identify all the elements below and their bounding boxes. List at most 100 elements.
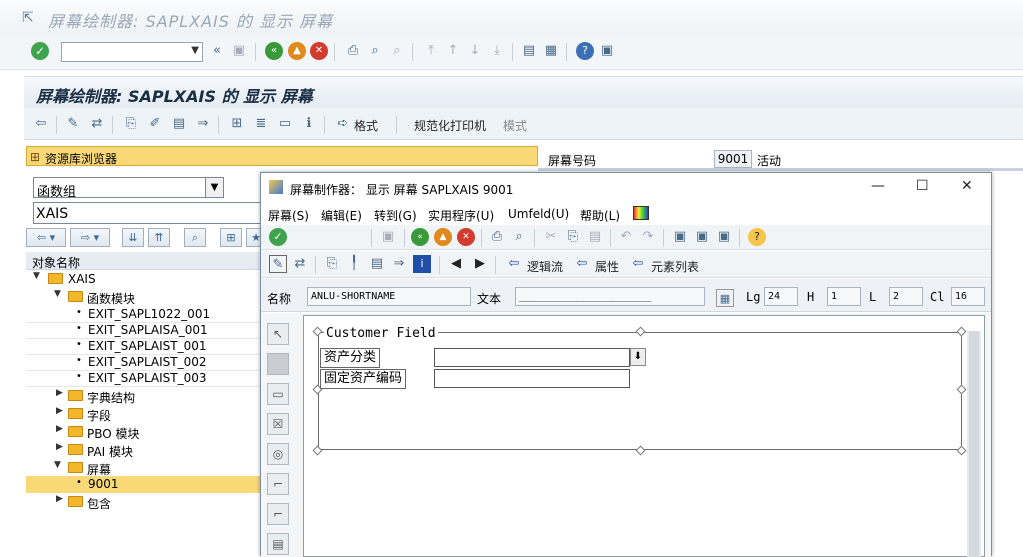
menu-screen[interactable]: 屏幕(S) [268,207,309,224]
scrollbar-thumb[interactable] [969,331,979,557]
minimize-icon[interactable]: — [871,178,885,194]
normalize-print-button[interactable]: 规范化打印机 [414,117,486,134]
dictionary-icon[interactable]: ▦ [716,289,734,307]
layout-icon[interactable]: ▣ [598,42,616,60]
close-icon[interactable]: ✕ [961,178,973,194]
prev-page-icon[interactable]: ↑ [444,42,462,60]
hierarchy-icon[interactable]: ⊞ [228,115,246,133]
menu-utilities[interactable]: 实用程序(U) [428,207,494,224]
tree-node-includes[interactable]: ▶ 包含 [26,494,266,511]
exit-icon[interactable]: ⇱ [22,10,34,26]
find-icon[interactable]: ⌕ [366,42,384,60]
screen-canvas[interactable]: Customer Field 资产分类 ⬇ 固定资产编码 [303,315,985,557]
hierarchy-button[interactable]: ⊞ [220,228,242,247]
collapse-icon[interactable]: « [208,42,226,60]
expand-icon[interactable]: ⇊ [122,228,144,247]
info-icon[interactable]: i [413,255,431,273]
color-icon[interactable]: ▣ [693,228,711,246]
test-icon[interactable]: ⇒ [194,115,212,133]
paste-icon[interactable]: ▤ [586,228,604,246]
pointer-tool-icon[interactable]: ↖ [267,323,289,345]
tree-node-pai[interactable]: ▶ PAI 模块 [26,442,266,459]
print-icon[interactable]: ⎙ [488,228,506,246]
object-type-select[interactable]: 函数组 ▼ [33,177,224,200]
mode-button[interactable]: 模式 [503,117,527,134]
dropdown-icon[interactable]: ⬇ [630,348,646,366]
exit-app-icon[interactable]: ▲ [434,228,452,246]
collapsed-arrow-icon[interactable]: ▶ [56,424,63,434]
resize-handle[interactable] [956,445,967,456]
l-field[interactable]: 2 [889,287,923,306]
chevron-down-icon[interactable]: ▼ [205,178,223,197]
save-icon[interactable]: ▣ [379,228,397,246]
help-icon[interactable]: ? [748,228,766,246]
print-icon[interactable]: ⎙ [344,42,362,60]
fixed-asset-code-input[interactable] [434,369,630,388]
menu-goto[interactable]: 转到(G) [374,207,417,224]
test-icon[interactable]: ⇒ [390,255,408,273]
tree-leaf[interactable]: • EXIT_SAPLAIST_001 [26,338,266,355]
window-icon[interactable]: ▭ [276,115,294,133]
format-button[interactable]: 格式 [354,117,378,134]
object-name-input[interactable]: XAIS [33,202,263,224]
enter-icon[interactable]: ✓ [269,228,287,246]
table-control-tool-icon[interactable]: ▤ [267,533,289,555]
back-arrow-icon[interactable]: ⇦ [32,115,50,133]
tree-leaf[interactable]: • EXIT_SAPLAIST_002 [26,354,266,371]
previous-icon[interactable]: ◀ [447,255,465,273]
repository-browser-bar[interactable]: ⊞ 资源库浏览器 [26,146,538,166]
command-field[interactable]: ▼ [61,42,203,62]
collapsed-arrow-icon[interactable]: ▶ [56,442,63,452]
next-page-icon[interactable]: ↓ [466,42,484,60]
switch-icon[interactable]: ⇄ [291,255,309,273]
help-icon[interactable]: ? [576,42,594,60]
collapse-up-icon[interactable]: ⇈ [148,228,170,247]
redo-icon[interactable]: ↷ [639,228,657,246]
text-field[interactable]: ______________________ [515,287,705,306]
binoculars-icon[interactable]: ⌕ [184,228,206,247]
copy-icon[interactable]: ⎘ [564,228,582,246]
next-icon[interactable]: ▶ [471,255,489,273]
tree-leaf[interactable]: • EXIT_SAPL1022_001 [26,306,266,323]
info-icon[interactable]: ℹ [300,115,318,133]
edit-pencil-icon[interactable]: ✎ [269,255,287,273]
text-field-tool-icon[interactable] [267,353,289,375]
save-icon[interactable]: ▣ [230,42,248,60]
prev-object-button[interactable]: ⇦ ▾ [26,228,66,247]
logic-flow-button[interactable]: 逻辑流 [527,258,563,275]
tree-node-fields[interactable]: ▶ 字段 [26,406,266,423]
check-icon[interactable]: ╿ [345,255,363,273]
tree-node-pbo[interactable]: ▶ PBO 模块 [26,424,266,441]
subscreen-tool-icon[interactable]: ⌐ [267,503,289,525]
back-icon[interactable]: « [265,42,283,60]
undo-icon[interactable]: ↶ [617,228,635,246]
collapsed-arrow-icon[interactable]: ▶ [56,406,63,416]
graphic-icon[interactable]: ▣ [671,228,689,246]
display-change-icon[interactable]: ✎ [64,115,82,133]
other-object-icon[interactable]: ⎘ [323,255,341,273]
checkbox-tool-icon[interactable]: ☒ [267,413,289,435]
first-page-icon[interactable]: ⤒ [422,42,440,60]
name-field[interactable]: ANLU-SHORTNAME [307,287,471,306]
collapsed-arrow-icon[interactable]: ▶ [56,494,63,504]
tree-node-screens[interactable]: ▼ 屏幕 [26,460,266,477]
expanded-arrow-icon[interactable]: ▼ [33,271,40,281]
chevron-down-icon[interactable]: ▼ [191,45,199,56]
tree-leaf[interactable]: • EXIT_SAPLAIST_003 [26,370,266,387]
other-object-icon[interactable]: ⎘ [122,115,140,133]
h-field[interactable]: 1 [827,287,861,306]
tree-node-root[interactable]: ▼ XAIS [26,271,266,288]
activate-icon[interactable]: ▤ [170,115,188,133]
expanded-arrow-icon[interactable]: ▼ [54,460,61,470]
asset-class-input[interactable] [434,348,630,367]
cl-field[interactable]: 16 [951,287,985,306]
frame-icon[interactable]: ▣ [715,228,733,246]
expanded-arrow-icon[interactable]: ▼ [54,289,61,299]
tree-node-dictionary[interactable]: ▶ 字典结构 [26,388,266,405]
cancel-icon[interactable]: ✕ [457,228,475,246]
asset-class-label[interactable]: 资产分类 [320,348,381,368]
lg-field[interactable]: 24 [764,287,798,306]
activate-icon[interactable]: ▤ [368,255,386,273]
layout-icon[interactable] [633,206,649,220]
tree-leaf-selected[interactable]: • 9001 [26,476,266,493]
